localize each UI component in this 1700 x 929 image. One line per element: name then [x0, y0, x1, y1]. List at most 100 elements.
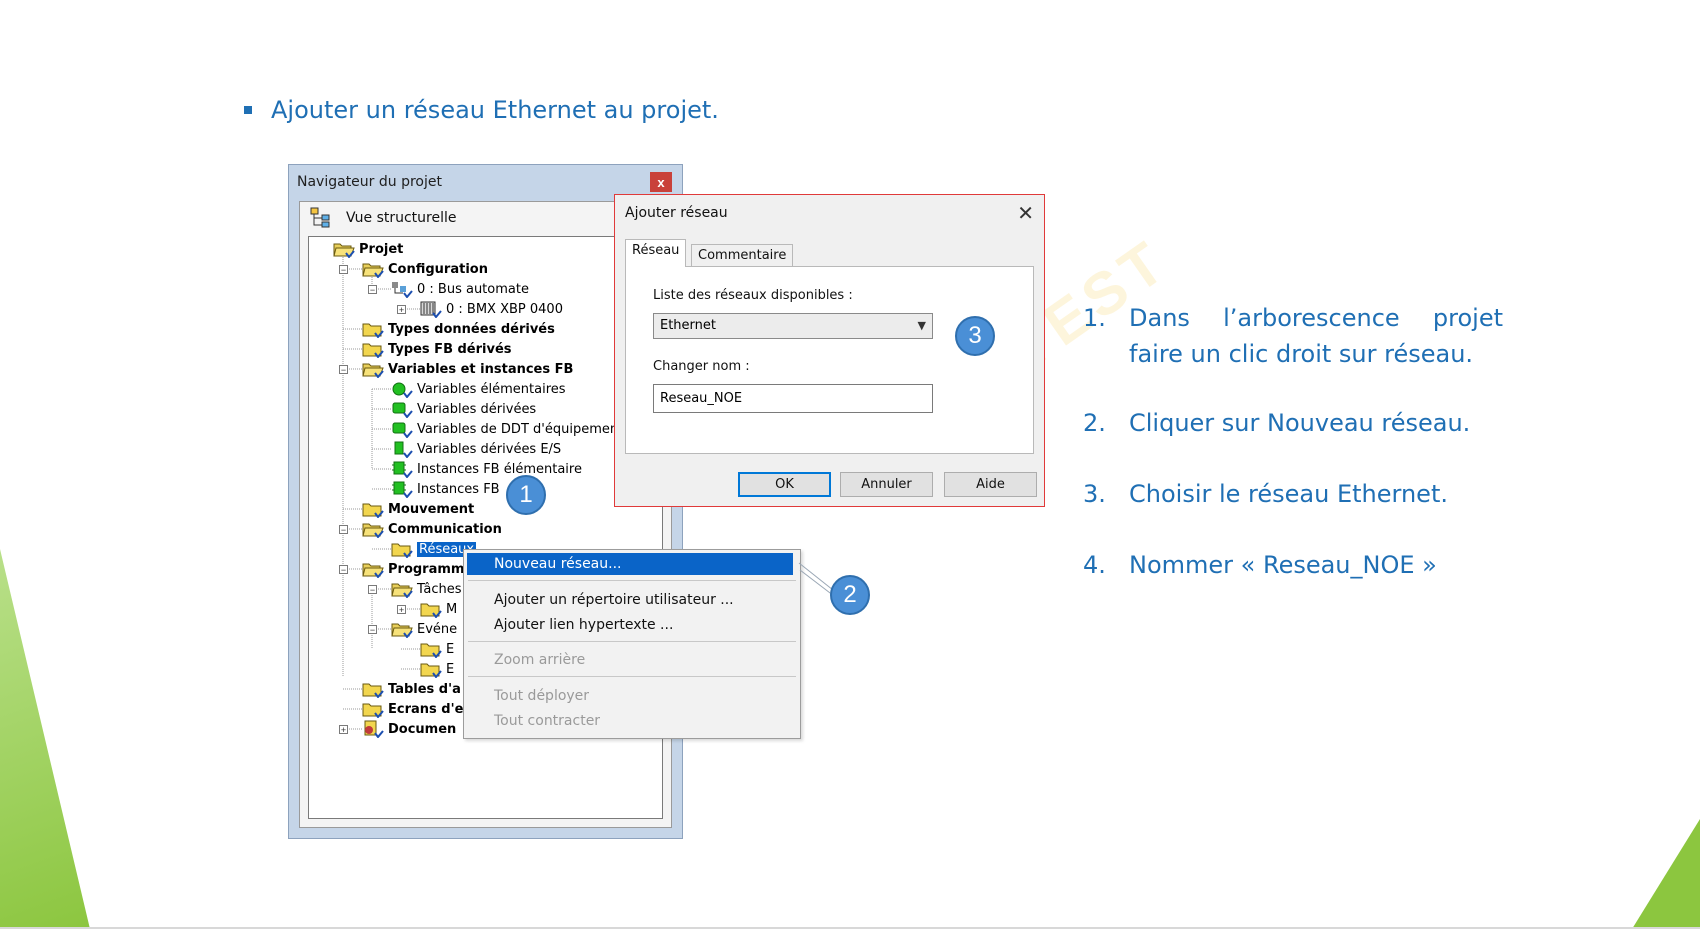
tree-node-io-variables[interactable]: Variables dérivées E/S [391, 439, 561, 459]
step-text: Cliquer sur Nouveau réseau. [1129, 409, 1471, 437]
tree-node-plc-bus[interactable]: 0 : Bus automate [391, 279, 529, 299]
tree-node-events[interactable]: Evéne [391, 619, 457, 639]
callout-2: 2 [830, 575, 870, 615]
menu-item-add-user-folder[interactable]: Ajouter un répertoire utilisateur ... [494, 589, 734, 611]
menu-item-add-hyperlink[interactable]: Ajouter lien hypertexte ... [494, 614, 673, 636]
navigator-close-button[interactable]: x [650, 172, 672, 192]
tree-node-label: E [446, 661, 455, 677]
folder-icon [392, 402, 413, 418]
tree-node-event-1[interactable]: E [420, 639, 454, 659]
folder-icon [362, 563, 384, 578]
network-name-input[interactable]: Reseau_NOE [653, 384, 933, 413]
bullet-square-icon [244, 106, 252, 114]
available-networks-label: Liste des réseaux disponibles : [653, 288, 853, 303]
step-number: 2. [1083, 409, 1106, 437]
folder-icon [391, 543, 413, 558]
tree-node-tasks[interactable]: Tâches [391, 579, 462, 599]
folder-icon [420, 603, 442, 618]
tree-node-fb-instances[interactable]: Instances FB [391, 479, 500, 499]
tree-node-motion[interactable]: Mouvement [362, 499, 474, 519]
network-select[interactable]: Ethernet ▼ [653, 313, 933, 339]
menu-item-new-network[interactable]: Nouveau réseau... [467, 553, 793, 575]
tree-node-label: Programm [388, 561, 465, 577]
tree-node-label: Configuration [388, 261, 488, 277]
tree-node-ddt-variables[interactable]: Variables de DDT d'équipement [391, 419, 623, 439]
tree-node-animation-tables[interactable]: Tables d'a [362, 679, 461, 699]
collapse-icon[interactable]: − [368, 285, 377, 295]
tree-node-operator-screens[interactable]: Ecrans d'e [362, 699, 463, 719]
folder-icon [362, 523, 384, 538]
context-menu: Nouveau réseau... Ajouter un répertoire … [463, 549, 801, 739]
tree-node-label: Variables et instances FB [388, 361, 574, 377]
folder-icon [394, 441, 413, 458]
cancel-button[interactable]: Annuler [840, 472, 933, 497]
step-item: 4. Nommer « Reseau_NOE » [1083, 547, 1503, 583]
tree-node-variables-fb[interactable]: Variables et instances FB [362, 359, 573, 379]
tree-node-label: Projet [359, 241, 404, 257]
tab-network[interactable]: Réseau [625, 239, 687, 267]
tree-node-label: Tâches [417, 581, 462, 597]
tree-node-label: Variables dérivées E/S [417, 441, 562, 457]
menu-separator [468, 676, 796, 677]
tree-node-program[interactable]: Programm [362, 559, 464, 579]
step-item: 3. Choisir le réseau Ethernet. [1083, 476, 1503, 512]
tree-node-derived-types[interactable]: Types données dérivés [362, 319, 555, 339]
tree-node-label: Instances FB [417, 481, 500, 497]
collapse-icon[interactable]: − [339, 365, 348, 375]
tree-node-mast[interactable]: M [420, 599, 457, 619]
tree-node-label: Evéne [417, 621, 458, 637]
slide-title: Ajouter un réseau Ethernet au projet. [271, 96, 719, 124]
collapse-icon[interactable]: − [368, 585, 377, 595]
tree-node-documentation[interactable]: Documen [362, 719, 456, 739]
tree-node-label: Tables d'a [388, 681, 461, 697]
step-number: 4. [1083, 551, 1106, 579]
step-number: 3. [1083, 480, 1106, 508]
chevron-down-icon: ▼ [917, 319, 926, 332]
tree-node-elementary-variables[interactable]: Variables élémentaires [391, 379, 566, 399]
decor-green-triangle-left [0, 549, 90, 929]
tree-root-projet[interactable]: Projet [333, 239, 403, 259]
folder-icon [362, 703, 384, 718]
menu-separator [468, 580, 796, 581]
tree-node-configuration[interactable]: Configuration [362, 259, 488, 279]
tree-node-label: Types FB dérivés [388, 341, 512, 357]
menu-item-collapse-all[interactable]: Tout contracter [494, 710, 600, 732]
step-item: 2. Cliquer sur Nouveau réseau. [1083, 405, 1503, 441]
collapse-icon[interactable]: − [339, 565, 348, 575]
callout-3: 3 [955, 316, 995, 356]
tree-node-label: Ecrans d'e [388, 701, 464, 717]
tree-node-elementary-fb[interactable]: Instances FB élémentaire [391, 459, 582, 479]
menu-item-expand-all[interactable]: Tout déployer [494, 685, 589, 707]
expand-icon[interactable]: + [339, 725, 348, 735]
menu-item-zoom-out[interactable]: Zoom arrière [494, 649, 585, 671]
tree-node-label: Documen [388, 721, 457, 737]
tree-node-label: Variables dérivées [417, 401, 537, 417]
structural-view-label: Vue structurelle [346, 210, 457, 226]
tree-node-rack[interactable]: 0 : BMX XBP 0400 [420, 299, 563, 319]
tree-node-event-2[interactable]: E [420, 659, 454, 679]
tree-node-derived-variables[interactable]: Variables dérivées [391, 399, 536, 419]
tree-node-label: M [446, 601, 458, 617]
step-text: Choisir le réseau Ethernet. [1129, 480, 1448, 508]
navigator-title: Navigateur du projet [297, 174, 442, 190]
tree-node-communication[interactable]: Communication [362, 519, 502, 539]
collapse-icon[interactable]: − [339, 265, 348, 275]
expand-icon[interactable]: + [397, 605, 406, 615]
folder-icon [362, 363, 384, 378]
folder-icon [391, 583, 413, 598]
expand-icon[interactable]: + [397, 305, 406, 315]
help-button[interactable]: Aide [944, 472, 1037, 497]
folder-icon [362, 683, 384, 698]
folder-icon [392, 382, 413, 398]
tab-comment[interactable]: Commentaire [691, 244, 794, 266]
tree-node-fb-types[interactable]: Types FB dérivés [362, 339, 512, 359]
folder-icon [362, 323, 384, 338]
collapse-icon[interactable]: − [339, 525, 348, 535]
callout-1: 1 [506, 475, 546, 515]
tree-node-label: Variables de DDT d'équipement [417, 421, 624, 437]
slide-title-row: Ajouter un réseau Ethernet au projet. [244, 96, 719, 124]
close-icon[interactable]: ✕ [1017, 201, 1034, 225]
collapse-icon[interactable]: − [368, 625, 377, 635]
step-item: 1. Dans l’arborescence projet faire un c… [1083, 300, 1503, 372]
ok-button[interactable]: OK [738, 472, 831, 497]
